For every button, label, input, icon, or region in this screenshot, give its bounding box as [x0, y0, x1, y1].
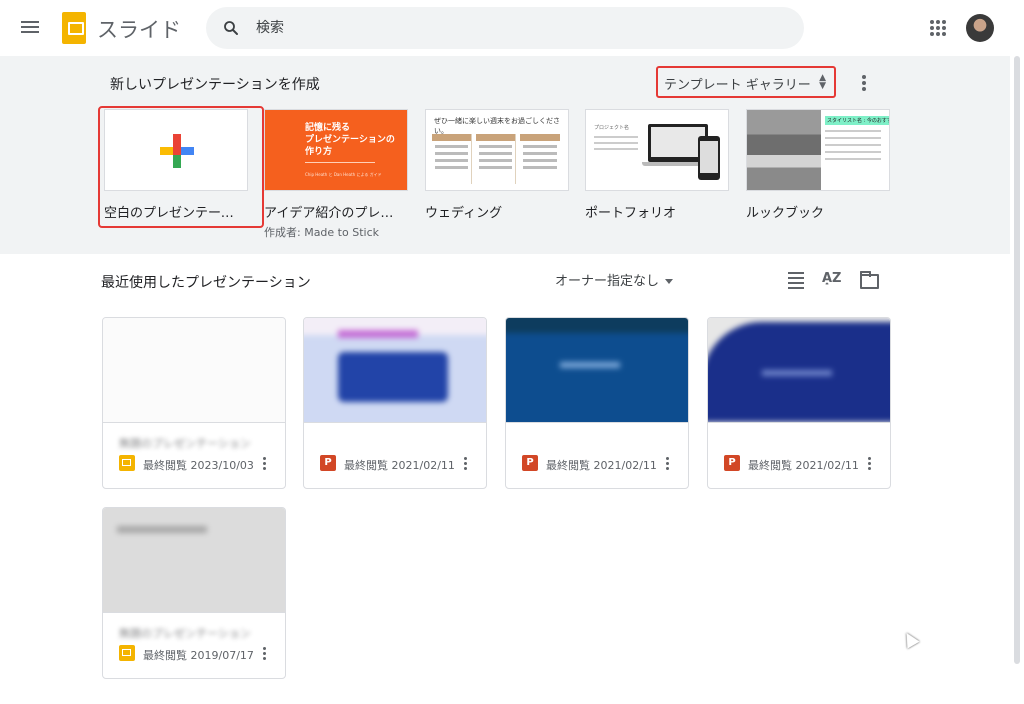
more-options-icon[interactable]: [664, 457, 670, 473]
more-options-icon[interactable]: [866, 457, 872, 473]
top-bar: スライド: [0, 0, 1024, 56]
file-thumbnail[interactable]: [103, 508, 285, 613]
file-thumbnail[interactable]: [708, 318, 890, 423]
file-card[interactable]: P 最終閲覧 2021/02/11: [303, 317, 487, 489]
folder-icon[interactable]: [858, 269, 879, 289]
last-opened: 最終閲覧 2019/07/17: [143, 649, 254, 662]
template-author: 作成者: Made to Stick: [264, 226, 379, 239]
thumbnail-title: ぜひ一緒に楽しい週末をお過ごしください。: [434, 117, 560, 135]
template-name: ポートフォリオ: [585, 206, 677, 221]
powerpoint-file-icon: P: [724, 455, 740, 471]
file-card[interactable]: P 最終閲覧 2021/02/11: [505, 317, 689, 489]
template-portfolio[interactable]: プロジェクト名 ポートフォリオ: [585, 109, 729, 221]
slides-logo-icon[interactable]: [62, 12, 86, 44]
template-name: ウェディング: [425, 206, 503, 221]
more-options-icon[interactable]: [462, 457, 468, 473]
account-avatar[interactable]: [966, 14, 994, 42]
file-name: 無題のプレゼンテーション: [119, 627, 251, 640]
template-portfolio-thumbnail[interactable]: プロジェクト名: [585, 109, 729, 191]
lookbook-photo: [747, 110, 821, 190]
file-card[interactable]: P 最終閲覧 2021/02/11: [707, 317, 891, 489]
thumbnail-title: プロジェクト名: [594, 125, 630, 131]
file-thumbnail[interactable]: [506, 318, 688, 423]
template-wedding-thumbnail[interactable]: ぜひ一緒に楽しい週末をお過ごしください。: [425, 109, 569, 191]
phone-image: [698, 136, 720, 180]
sort-az-icon[interactable]: A͎Z: [822, 269, 842, 289]
file-thumbnail[interactable]: [304, 318, 486, 423]
more-options-icon[interactable]: [261, 457, 267, 473]
slides-file-icon: [119, 645, 135, 661]
template-idea-thumbnail[interactable]: 記憶に残る プレゼンテーションの 作り方 Chip Heath と Dan He…: [264, 109, 408, 191]
template-heading: 新しいプレゼンテーションを作成: [110, 77, 320, 93]
file-name: 無題のプレゼンテーション: [119, 437, 251, 450]
search-icon[interactable]: [222, 19, 240, 37]
main-menu-icon[interactable]: [20, 18, 40, 38]
recent-heading: 最近使用したプレゼンテーション: [101, 275, 311, 291]
file-card[interactable]: 無題のプレゼンテーション 最終閲覧 2019/07/17: [102, 507, 286, 679]
last-opened: 最終閲覧 2021/02/11: [344, 459, 455, 472]
highlight-box: [98, 106, 264, 228]
app-title[interactable]: スライド: [97, 14, 181, 44]
template-wedding[interactable]: ぜひ一緒に楽しい週末をお過ごしください。 ウェディング: [425, 109, 569, 221]
list-view-icon[interactable]: [786, 269, 806, 289]
apps-grid-icon[interactable]: [930, 20, 946, 36]
file-card[interactable]: 無題のプレゼンテーション 最終閲覧 2023/10/03: [102, 317, 286, 489]
search-input[interactable]: [256, 18, 776, 38]
unfold-icon: ▲ ▼: [819, 73, 826, 91]
thumbnail-title: スタイリスト名 : 今のおすすめ: [825, 116, 889, 125]
template-gallery-label: テンプレート ギャラリー: [664, 78, 811, 93]
page-scrollbar[interactable]: [1014, 56, 1020, 664]
search-bar[interactable]: [206, 7, 804, 49]
dropdown-arrow-icon: [665, 279, 674, 284]
template-gallery-button[interactable]: テンプレート ギャラリー ▲ ▼: [656, 66, 836, 98]
last-opened: 最終閲覧 2021/02/11: [546, 459, 657, 472]
template-more-icon[interactable]: [856, 74, 872, 92]
mouse-cursor-icon: [900, 629, 920, 649]
template-lookbook-thumbnail[interactable]: スタイリスト名 : 今のおすすめ: [746, 109, 890, 191]
slides-file-icon: [119, 455, 135, 471]
template-name: ルックブック: [746, 206, 825, 221]
file-thumbnail[interactable]: [103, 318, 285, 423]
template-lookbook[interactable]: スタイリスト名 : 今のおすすめ ルックブック: [746, 109, 890, 221]
thumbnail-subtitle: Chip Heath と Dan Heath による ガイド: [305, 172, 382, 177]
more-options-icon[interactable]: [261, 647, 267, 663]
template-name: アイデア紹介のプレゼ…: [264, 206, 404, 221]
owner-filter-label: オーナー指定なし: [555, 274, 660, 289]
template-idea-pitch[interactable]: 記憶に残る プレゼンテーションの 作り方 Chip Heath と Dan He…: [264, 109, 408, 240]
powerpoint-file-icon: P: [522, 455, 538, 471]
last-opened: 最終閲覧 2023/10/03: [143, 459, 254, 472]
thumbnail-title: 記憶に残る プレゼンテーションの 作り方: [305, 123, 395, 157]
powerpoint-file-icon: P: [320, 455, 336, 471]
last-opened: 最終閲覧 2021/02/11: [748, 459, 859, 472]
owner-filter-dropdown[interactable]: オーナー指定なし: [555, 270, 674, 289]
